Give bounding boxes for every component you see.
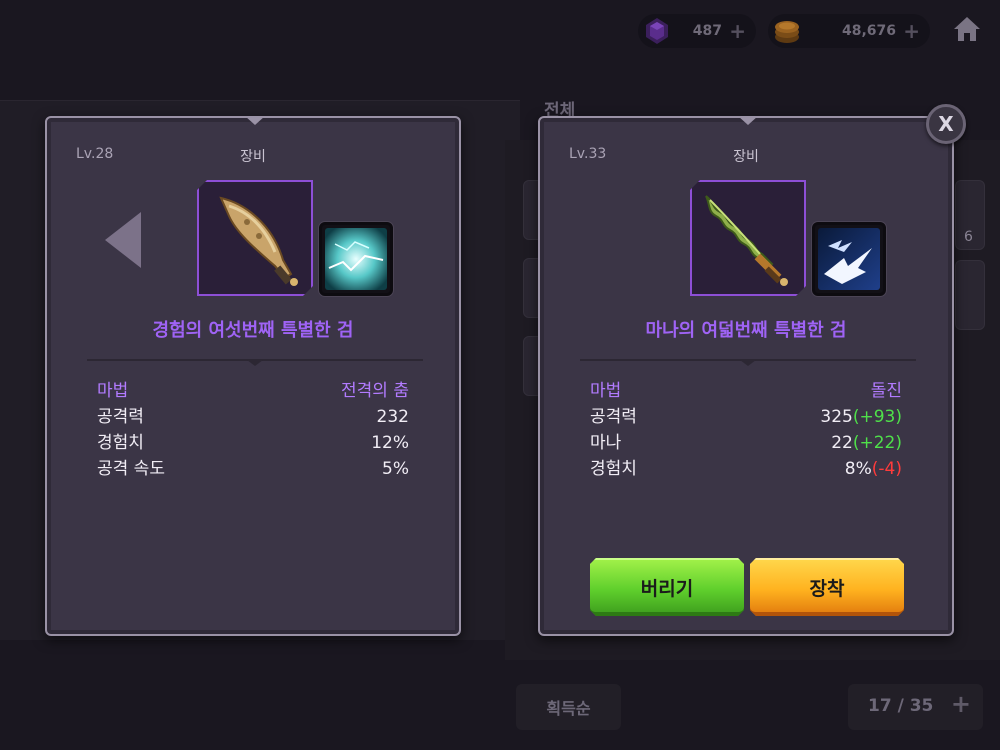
stat-value: 8% xyxy=(844,459,872,479)
new-item-panel: Lv.33 장비 마나의 여덟번째 특별한 검 마법 돌진 공격력 325(+9… xyxy=(538,116,954,636)
lightning-dance-icon xyxy=(325,228,387,290)
skill-icon-frame xyxy=(319,222,393,296)
stat-row-experience: 경험치 12% xyxy=(97,430,409,456)
charge-icon xyxy=(818,228,880,290)
stat-label: 경험치 xyxy=(590,459,637,479)
expand-inventory-icon[interactable]: + xyxy=(951,690,971,718)
home-icon[interactable] xyxy=(952,14,982,44)
stat-value: 12% xyxy=(371,433,409,453)
inventory-slot[interactable]: 6 xyxy=(955,180,985,250)
stat-row-mana: 마나 22(+22) xyxy=(590,430,902,456)
divider xyxy=(580,359,916,366)
skill-icon-frame xyxy=(812,222,886,296)
add-coins-icon[interactable]: + xyxy=(903,19,920,43)
inventory-slot[interactable] xyxy=(955,260,985,330)
stat-delta-decrease: (-4) xyxy=(871,459,902,479)
stat-row-magic: 마법 돌진 xyxy=(590,378,902,404)
stat-value-group: 22(+22) xyxy=(831,430,902,456)
previous-arrow-icon[interactable] xyxy=(101,210,147,270)
wavy-sword-icon xyxy=(692,182,804,294)
equip-button[interactable]: 장착 xyxy=(750,558,904,616)
stat-label: 마나 xyxy=(590,433,622,453)
stats-list: 마법 전격의 춤 공격력 232 경험치 12% 공격 속도 5% xyxy=(97,378,409,482)
stat-label: 공격력 xyxy=(97,407,144,427)
divider xyxy=(87,359,423,366)
top-bar: 487 + 48,676 + xyxy=(0,0,1000,60)
stat-value: 325 xyxy=(820,407,853,427)
stat-value-group: 8%(-4) xyxy=(845,456,902,482)
stat-row-attack: 공격력 232 xyxy=(97,404,409,430)
inventory-capacity: 17 / 35 + xyxy=(848,684,983,730)
stat-value: 돌진 xyxy=(870,381,902,401)
stat-delta-increase: (+22) xyxy=(852,433,902,453)
stat-label: 공격력 xyxy=(590,407,637,427)
gem-counter[interactable]: 487 + xyxy=(638,14,756,48)
stat-delta-increase: (+93) xyxy=(852,407,902,427)
stat-row-attack-speed: 공격 속도 5% xyxy=(97,456,409,482)
coin-count: 48,676 xyxy=(841,23,896,39)
stat-value: 232 xyxy=(376,407,409,427)
stat-label: 경험치 xyxy=(97,433,144,453)
panel-notch xyxy=(245,116,265,125)
scimitar-icon xyxy=(199,182,311,294)
stat-label: 마법 xyxy=(97,381,129,401)
equipped-item-panel: Lv.28 장비 경험의 여섯번째 특별한 검 마법 전격의 춤 공격력 232… xyxy=(45,116,461,636)
gem-count: 487 xyxy=(692,23,722,39)
item-kind: 장비 xyxy=(733,149,759,165)
slot-count: 6 xyxy=(964,229,973,245)
stat-label: 공격 속도 xyxy=(97,459,165,479)
discard-button[interactable]: 버리기 xyxy=(590,558,744,616)
item-icon-frame xyxy=(690,180,806,296)
stat-label: 마법 xyxy=(590,381,622,401)
stats-list: 마법 돌진 공격력 325(+93) 마나 22(+22) 경험치 8%(-4) xyxy=(590,378,902,482)
coin-icon xyxy=(775,21,799,43)
sort-button[interactable]: 획득순 xyxy=(516,684,621,730)
add-gems-icon[interactable]: + xyxy=(729,19,746,43)
item-name: 경험의 여섯번째 특별한 검 xyxy=(152,320,354,341)
close-button[interactable]: X xyxy=(926,104,966,144)
item-kind: 장비 xyxy=(240,149,266,165)
panel-notch xyxy=(738,116,758,125)
stat-value: 5% xyxy=(382,459,409,479)
item-name: 마나의 여덟번째 특별한 검 xyxy=(645,320,847,341)
item-icon-frame xyxy=(197,180,313,296)
gem-icon xyxy=(646,18,668,44)
stat-row-experience: 경험치 8%(-4) xyxy=(590,456,902,482)
stat-row-attack: 공격력 325(+93) xyxy=(590,404,902,430)
stat-value: 전격의 춤 xyxy=(341,381,409,401)
stat-value-group: 325(+93) xyxy=(820,404,902,430)
stat-value: 22 xyxy=(831,433,853,453)
page-indicator: 17 / 35 xyxy=(868,696,934,716)
coin-counter[interactable]: 48,676 + xyxy=(768,14,930,48)
stat-row-magic: 마법 전격의 춤 xyxy=(97,378,409,404)
